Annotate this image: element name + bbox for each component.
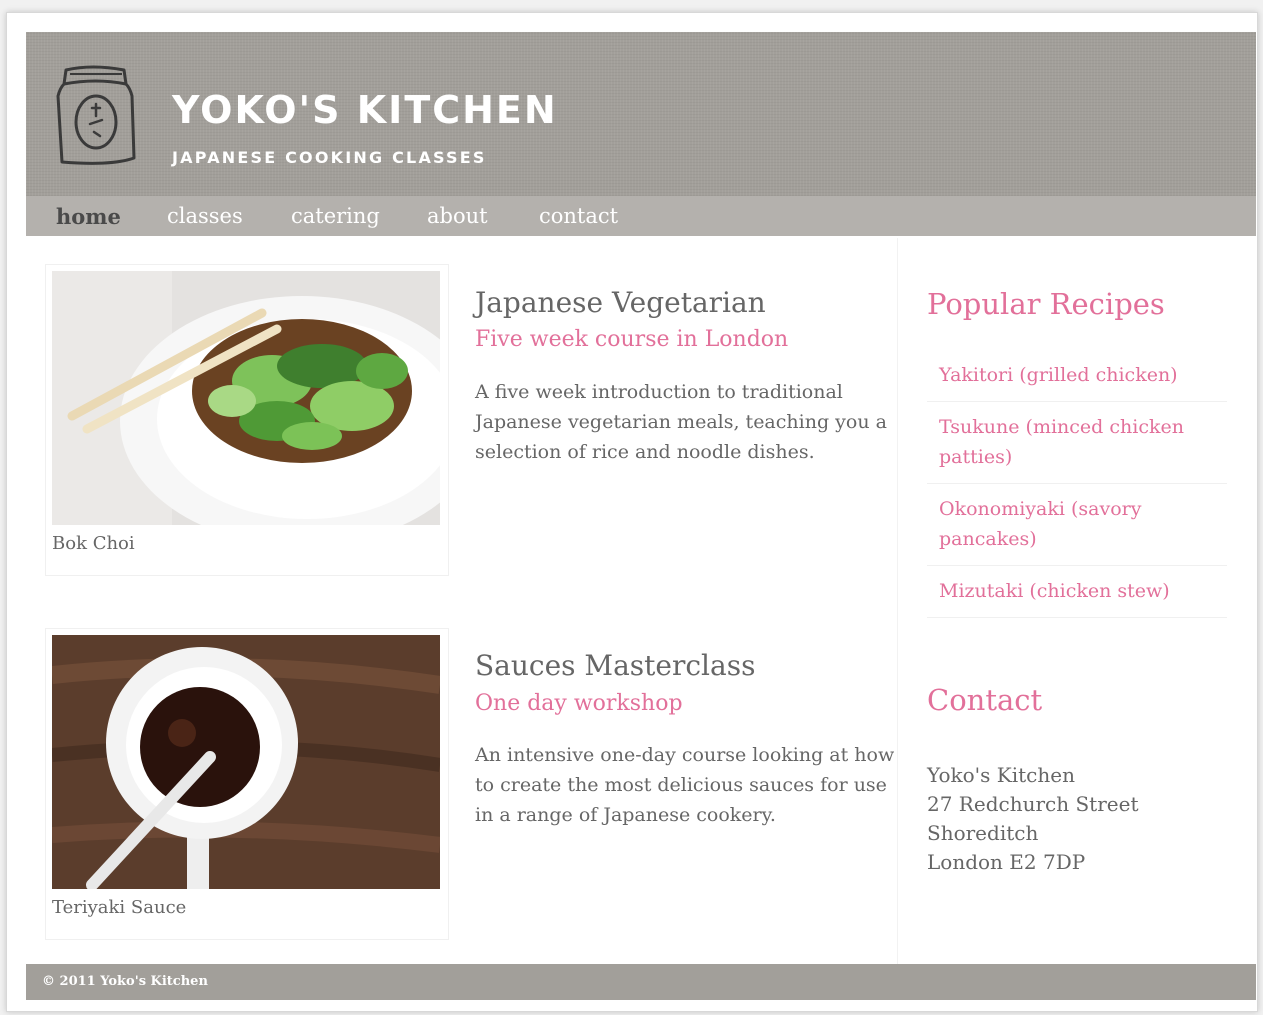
bok-choi-photo — [52, 271, 440, 525]
article-subtitle: Five week course in London — [475, 327, 789, 352]
article-title[interactable]: Japanese Vegetarian — [475, 286, 766, 319]
nav-about[interactable]: about — [427, 204, 488, 228]
list-item: Yakitori (grilled chicken) — [927, 350, 1227, 402]
contact-address: Yoko's Kitchen 27 Redchurch Street Shore… — [927, 761, 1138, 877]
page-frame: YOKO'S KITCHEN JAPANESE COOKING CLASSES … — [6, 12, 1258, 1012]
article-subtitle: One day workshop — [475, 691, 683, 716]
main-nav: home classes catering about contact — [26, 196, 1256, 236]
article-description: An intensive one-day course looking at h… — [475, 744, 895, 826]
rice-bag-icon[interactable] — [52, 62, 138, 172]
address-line: London E2 7DP — [927, 850, 1086, 874]
site-header: YOKO'S KITCHEN JAPANESE COOKING CLASSES — [26, 32, 1256, 196]
site-subtitle: JAPANESE COOKING CLASSES — [172, 148, 487, 167]
address-line: 27 Redchurch Street — [927, 792, 1139, 816]
recipe-link[interactable]: Tsukune (minced chicken patties) — [939, 416, 1184, 468]
article-description: A five week introduction to traditional … — [475, 381, 887, 463]
recipe-list: Yakitori (grilled chicken) Tsukune (minc… — [927, 350, 1227, 618]
teriyaki-sauce-photo — [52, 635, 440, 889]
recipe-link[interactable]: Mizutaki (chicken stew) — [939, 580, 1170, 602]
article-figure: Bok Choi — [45, 264, 449, 576]
contact-heading: Contact — [927, 683, 1043, 717]
nav-catering[interactable]: catering — [291, 204, 380, 228]
address-line: Yoko's Kitchen — [927, 763, 1075, 787]
image-caption: Bok Choi — [52, 533, 135, 554]
article-figure: Teriyaki Sauce — [45, 628, 449, 940]
sidebar-divider — [897, 238, 898, 973]
site-title: YOKO'S KITCHEN — [172, 88, 558, 132]
nav-home[interactable]: home — [56, 204, 121, 229]
recipe-link[interactable]: Yakitori (grilled chicken) — [939, 364, 1178, 386]
article-title[interactable]: Sauces Masterclass — [475, 649, 755, 682]
list-item: Mizutaki (chicken stew) — [927, 566, 1227, 618]
popular-recipes-heading: Popular Recipes — [927, 287, 1165, 321]
nav-contact[interactable]: contact — [539, 204, 618, 228]
address-line: Shoreditch — [927, 821, 1039, 845]
nav-classes[interactable]: classes — [167, 204, 243, 228]
list-item: Tsukune (minced chicken patties) — [927, 402, 1227, 484]
copyright-text: © 2011 Yoko's Kitchen — [42, 974, 208, 989]
image-caption: Teriyaki Sauce — [52, 897, 187, 918]
list-item: Okonomiyaki (savory pancakes) — [927, 484, 1227, 566]
recipe-link[interactable]: Okonomiyaki (savory pancakes) — [939, 498, 1141, 550]
site-footer: © 2011 Yoko's Kitchen — [26, 964, 1256, 1000]
